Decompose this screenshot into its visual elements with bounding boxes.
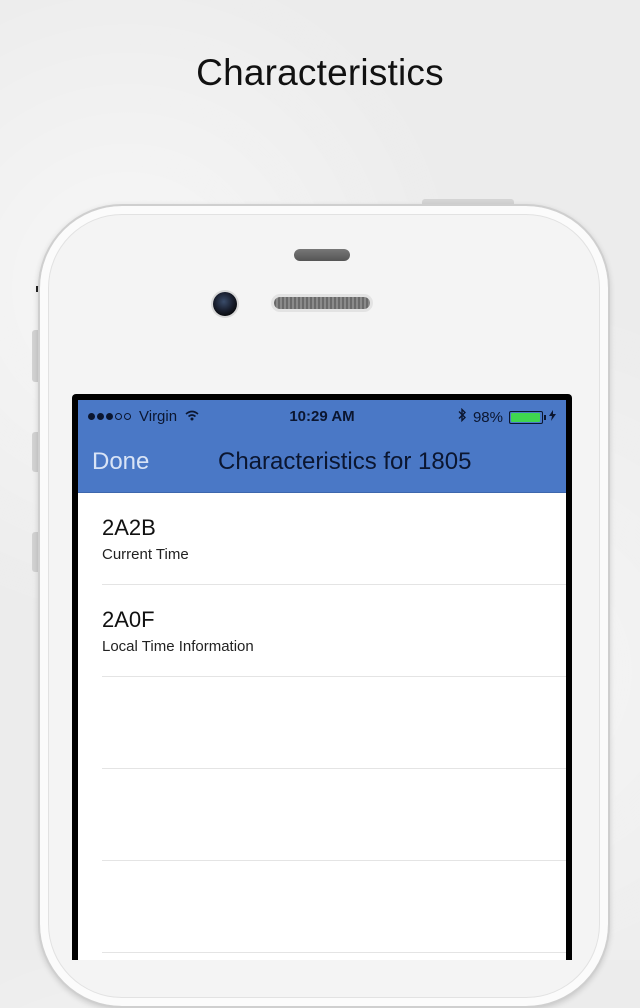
empty-row (102, 677, 566, 769)
empty-row (102, 861, 566, 953)
status-bar: Virgin 10:29 AM 98% (78, 400, 566, 432)
characteristics-list: 2A2B Current Time 2A0F Local Time Inform… (78, 493, 566, 953)
app-screen: Virgin 10:29 AM 98% Done Characteristics… (78, 400, 566, 960)
earpiece-speaker (274, 297, 370, 309)
charging-icon (549, 410, 556, 424)
battery-fill (511, 412, 541, 422)
phone-screen: Virgin 10:29 AM 98% Done Characteristics… (72, 394, 572, 960)
battery-percent: 98% (472, 408, 503, 426)
camera-icon (213, 292, 237, 316)
bluetooth-icon (457, 407, 467, 426)
proximity-sensor (294, 249, 350, 261)
characteristic-uuid: 2A0F (102, 607, 155, 632)
empty-row (102, 769, 566, 861)
nav-title: Characteristics for 1805 (218, 448, 472, 475)
status-right: 98% (457, 407, 556, 426)
list-item[interactable]: 2A0F Local Time Information (102, 585, 566, 677)
characteristic-name: Current Time (102, 546, 189, 563)
navigation-bar: Done Characteristics for 1805 (78, 432, 566, 493)
battery-icon (509, 410, 546, 424)
done-button[interactable]: Done (92, 448, 149, 476)
list-item[interactable]: 2A2B Current Time (102, 493, 566, 585)
characteristic-uuid: 2A2B (102, 515, 156, 540)
headline: Characteristics (196, 52, 444, 93)
characteristic-name: Local Time Information (102, 638, 254, 655)
